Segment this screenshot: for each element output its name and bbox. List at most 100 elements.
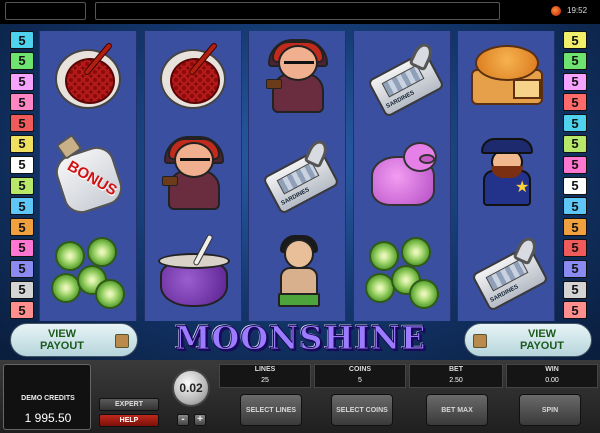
sardine-can-symbol: SARDINES xyxy=(467,233,549,313)
reel-4: SARDINES xyxy=(353,31,451,321)
line-indicator-left-9[interactable]: 5 xyxy=(10,197,34,216)
moonshiner-symbol xyxy=(154,136,234,216)
top-bar: 19:52 xyxy=(0,0,600,24)
view-payout-label: VIEW PAYOUT xyxy=(39,328,84,352)
moonshiner-symbol xyxy=(258,39,338,119)
bet-max-button[interactable]: BET MAX xyxy=(426,394,488,426)
line-indicators-left: 55555555555555 xyxy=(10,31,34,322)
reel-2 xyxy=(144,31,242,321)
coin-value-display: 0.02 xyxy=(172,369,210,407)
red-bowl-symbol xyxy=(154,39,234,119)
reel-1-cell-3 xyxy=(40,225,138,321)
bonus-jug-symbol: BONUS xyxy=(49,133,129,218)
select-coins-button[interactable]: SELECT COINS xyxy=(331,394,393,426)
reel-1: BONUS xyxy=(39,31,137,321)
line-indicator-right-14[interactable]: 5 xyxy=(563,301,587,320)
line-indicator-right-13[interactable]: 5 xyxy=(563,280,587,299)
win-value: 0.00 xyxy=(545,377,559,384)
win-label: WIN xyxy=(545,366,559,373)
line-indicator-right-10[interactable]: 5 xyxy=(563,218,587,237)
reel-4-cell-1: SARDINES xyxy=(354,31,452,127)
line-indicator-right-7[interactable]: 5 xyxy=(563,155,587,174)
line-indicator-right-2[interactable]: 5 xyxy=(563,51,587,70)
lines-label: LINES xyxy=(254,366,276,373)
coins-value: 5 xyxy=(358,377,362,384)
line-indicator-right-11[interactable]: 5 xyxy=(563,238,587,257)
coin-decrease-button[interactable]: - xyxy=(177,414,189,426)
purple-pig-symbol xyxy=(363,136,443,216)
win-display: WIN 0.00 xyxy=(506,364,598,388)
credits-display: DEMO CREDITS 1 995.50 xyxy=(3,364,91,430)
coins-label: COINS xyxy=(348,366,372,373)
sardine-can-symbol: SARDINES xyxy=(258,136,340,216)
reel-2-cell-2 xyxy=(145,128,243,224)
bet-label: BET xyxy=(449,366,463,373)
line-indicator-left-2[interactable]: 5 xyxy=(10,51,34,70)
line-indicators-right: 55555555555555 xyxy=(563,31,587,322)
reel-3: SARDINES xyxy=(248,31,346,321)
reel-5: ★ SARDINES xyxy=(457,31,555,321)
credits-label: DEMO CREDITS xyxy=(21,395,75,402)
line-indicator-left-8[interactable]: 5 xyxy=(10,176,34,195)
bet-display: BET 2.50 xyxy=(409,364,503,388)
help-button[interactable]: HELP xyxy=(99,414,159,427)
select-lines-button[interactable]: SELECT LINES xyxy=(240,394,302,426)
sheriff-symbol: ★ xyxy=(467,136,547,216)
expert-button[interactable]: EXPERT xyxy=(99,398,159,411)
reel-5-cell-2: ★ xyxy=(458,128,556,224)
line-indicator-right-8[interactable]: 5 xyxy=(563,176,587,195)
lines-value: 25 xyxy=(261,377,269,384)
reel-5-cell-3: SARDINES xyxy=(458,225,556,321)
green-limes-symbol xyxy=(49,233,129,313)
star-icon: ★ xyxy=(515,179,530,196)
line-indicator-left-11[interactable]: 5 xyxy=(10,238,34,257)
reel-1-cell-2: BONUS xyxy=(40,128,138,224)
reel-4-cell-2 xyxy=(354,128,452,224)
reel-2-cell-3 xyxy=(145,225,243,321)
top-left-box xyxy=(5,2,86,20)
line-indicator-right-12[interactable]: 5 xyxy=(563,259,587,278)
line-indicator-left-6[interactable]: 5 xyxy=(10,134,34,153)
reel-3-cell-1 xyxy=(249,31,347,127)
reel-5-cell-1 xyxy=(458,31,556,127)
line-indicator-right-6[interactable]: 5 xyxy=(563,134,587,153)
line-indicator-left-10[interactable]: 5 xyxy=(10,218,34,237)
line-indicator-right-4[interactable]: 5 xyxy=(563,93,587,112)
reel-3-cell-2: SARDINES xyxy=(249,128,347,224)
hillbilly-girl-symbol xyxy=(258,233,338,313)
line-indicator-right-5[interactable]: 5 xyxy=(563,114,587,133)
line-indicator-left-7[interactable]: 5 xyxy=(10,155,34,174)
game-title: MOONSHINE xyxy=(175,319,427,358)
view-payout-button-left[interactable]: VIEW PAYOUT xyxy=(10,323,138,357)
line-indicator-left-5[interactable]: 5 xyxy=(10,114,34,133)
reel-1-cell-1 xyxy=(40,31,138,127)
line-indicator-left-13[interactable]: 5 xyxy=(10,280,34,299)
clock-icon xyxy=(551,6,561,16)
cork-icon xyxy=(115,334,129,348)
red-bowl-symbol xyxy=(49,39,129,119)
line-indicator-left-14[interactable]: 5 xyxy=(10,301,34,320)
top-message-box xyxy=(95,2,500,20)
reel-3-cell-3 xyxy=(249,225,347,321)
line-indicator-left-1[interactable]: 5 xyxy=(10,31,34,49)
line-indicator-left-4[interactable]: 5 xyxy=(10,93,34,112)
clock-time: 19:52 xyxy=(567,6,588,15)
line-indicator-left-3[interactable]: 5 xyxy=(10,72,34,91)
line-indicator-left-12[interactable]: 5 xyxy=(10,259,34,278)
view-payout-button-right[interactable]: VIEW PAYOUT xyxy=(464,323,592,357)
spin-button[interactable]: SPIN xyxy=(519,394,581,426)
purple-pot-symbol xyxy=(154,233,234,313)
credits-value: 1 995.50 xyxy=(24,411,72,425)
line-indicator-right-9[interactable]: 5 xyxy=(563,197,587,216)
cork-icon xyxy=(473,334,487,348)
view-payout-label: VIEW PAYOUT xyxy=(519,328,564,352)
sardine-can-symbol: SARDINES xyxy=(363,39,445,119)
coins-display: COINS 5 xyxy=(314,364,406,388)
green-limes-symbol xyxy=(363,233,443,313)
line-indicator-right-1[interactable]: 5 xyxy=(563,31,587,49)
lines-display: LINES 25 xyxy=(219,364,311,388)
reel-4-cell-3 xyxy=(354,225,452,321)
coin-increase-button[interactable]: + xyxy=(194,414,206,426)
bet-value: 2.50 xyxy=(449,377,463,384)
line-indicator-right-3[interactable]: 5 xyxy=(563,72,587,91)
